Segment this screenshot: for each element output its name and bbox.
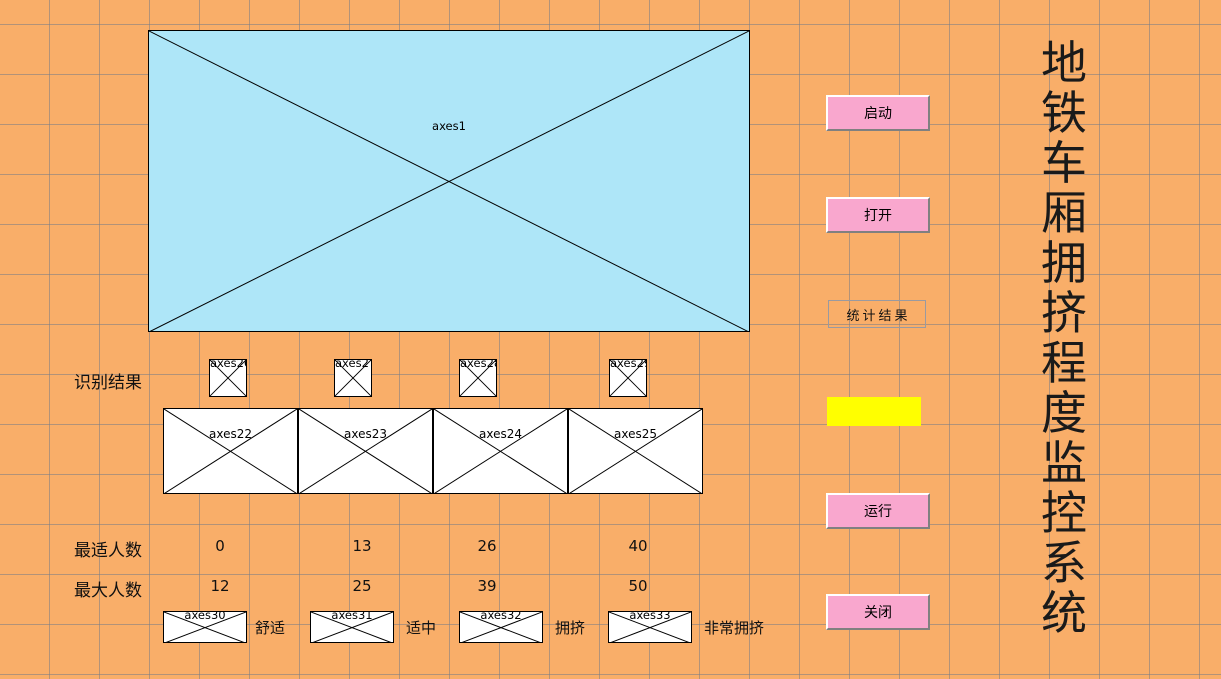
application-window: axes1 识别结果 axes26 axes27 axes28 axes29 a… — [0, 0, 1221, 679]
recognition-thumbnail-axes-2[interactable]: axes27 — [334, 359, 372, 397]
page-title-char: 控 — [1041, 486, 1087, 540]
page-title-char: 挤 — [1041, 286, 1087, 340]
main-display-axes[interactable]: axes1 — [148, 30, 750, 332]
axes-placeholder-cross-icon — [299, 409, 432, 493]
legend-swatch-axes-moderate[interactable]: axes31 — [310, 611, 394, 643]
open-button[interactable]: 打开 — [826, 197, 930, 233]
main-display-axes-label: axes1 — [432, 119, 466, 133]
page-title-char: 厢 — [1041, 186, 1087, 240]
page-title-char: 系 — [1041, 536, 1087, 590]
page-title-char: 车 — [1041, 136, 1087, 190]
legend-swatch-axes-label: axes32 — [480, 611, 522, 622]
carriage-axes-3[interactable]: axes24 — [433, 408, 568, 494]
page-title: 地铁车厢拥挤程度监控系统 — [1031, 38, 1097, 638]
legend-swatch-axes-label: axes31 — [331, 611, 373, 622]
max-count-label: 最大人数 — [74, 581, 142, 601]
carriage-axes-label: axes22 — [209, 427, 252, 441]
page-title-char: 度 — [1041, 386, 1087, 440]
page-title-char: 程 — [1041, 336, 1087, 390]
recognition-thumbnail-axes-label: axes29 — [610, 359, 646, 370]
recognition-thumbnail-axes-4[interactable]: axes29 — [609, 359, 647, 397]
max-count-value-4: 50 — [628, 577, 648, 595]
legend-label-very-crowded: 非常拥挤 — [704, 619, 765, 637]
carriage-axes-4[interactable]: axes25 — [568, 408, 703, 494]
recognition-result-label: 识别结果 — [74, 373, 142, 393]
close-button[interactable]: 关闭 — [826, 594, 930, 630]
page-title-char: 监 — [1041, 436, 1087, 490]
carriage-axes-label: axes25 — [614, 427, 657, 441]
legend-swatch-axes-comfortable[interactable]: axes30 — [163, 611, 247, 643]
page-title-char: 统 — [1041, 586, 1087, 640]
statistics-result-label: 统计结果 — [828, 300, 926, 328]
optimal-count-value-3: 26 — [477, 537, 497, 555]
legend-swatch-axes-label: axes33 — [629, 611, 671, 622]
optimal-count-value-1: 0 — [215, 537, 225, 555]
recognition-thumbnail-axes-label: axes28 — [460, 359, 496, 370]
recognition-thumbnail-axes-label: axes27 — [335, 359, 371, 370]
legend-label-moderate: 适中 — [406, 619, 437, 637]
axes-placeholder-cross-icon — [149, 31, 749, 332]
axes-placeholder-cross-icon — [569, 409, 702, 493]
max-count-value-1: 12 — [210, 577, 230, 595]
legend-swatch-axes-crowded[interactable]: axes32 — [459, 611, 543, 643]
legend-label-comfortable: 舒适 — [255, 619, 286, 637]
optimal-count-value-2: 13 — [352, 537, 372, 555]
recognition-thumbnail-axes-label: axes26 — [210, 359, 246, 370]
recognition-thumbnail-axes-3[interactable]: axes28 — [459, 359, 497, 397]
max-count-value-2: 25 — [352, 577, 372, 595]
run-button[interactable]: 运行 — [826, 493, 930, 529]
carriage-axes-2[interactable]: axes23 — [298, 408, 433, 494]
axes-placeholder-cross-icon — [164, 409, 297, 493]
page-title-char: 铁 — [1041, 86, 1087, 140]
legend-label-crowded: 拥挤 — [555, 619, 586, 637]
statistics-result-display — [827, 397, 921, 426]
page-title-char: 拥 — [1041, 236, 1087, 290]
optimal-count-label: 最适人数 — [74, 541, 142, 561]
carriage-axes-1[interactable]: axes22 — [163, 408, 298, 494]
carriage-axes-label: axes24 — [479, 427, 522, 441]
axes-placeholder-cross-icon — [434, 409, 567, 493]
max-count-value-3: 39 — [477, 577, 497, 595]
start-button[interactable]: 启动 — [826, 95, 930, 131]
optimal-count-value-4: 40 — [628, 537, 648, 555]
legend-swatch-axes-label: axes30 — [184, 611, 226, 622]
legend-swatch-axes-very-crowded[interactable]: axes33 — [608, 611, 692, 643]
page-title-char: 地 — [1041, 36, 1087, 90]
carriage-axes-label: axes23 — [344, 427, 387, 441]
recognition-thumbnail-axes-1[interactable]: axes26 — [209, 359, 247, 397]
